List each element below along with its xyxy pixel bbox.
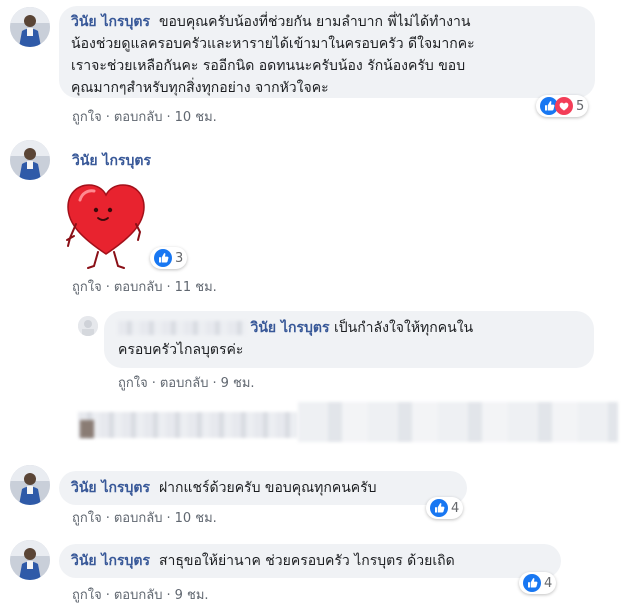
like-link[interactable]: ถูกใจ [72, 110, 102, 125]
like-link[interactable]: ถูกใจ [72, 280, 102, 295]
reply-link[interactable]: ตอบกลับ [114, 588, 163, 603]
redacted-content [298, 402, 618, 442]
like-icon [430, 499, 448, 517]
author-avatar[interactable] [10, 465, 50, 505]
comment-bubble: วินัย ไกรบุตร ฝากแชร์ด้วยครับ ขอบคุณทุกค… [59, 471, 467, 505]
comment-bubble: วินัย ไกรบุตร สาธุขอให้ย่านาค ช่วยครอบคร… [59, 544, 561, 578]
timestamp[interactable]: 10 ชม. [175, 110, 217, 125]
comment-actions: ถูกใจ · ตอบกลับ · 10 ชม. [72, 511, 217, 526]
comment-text: น้องช่วยดูแลครอบครัวและหารายได้เข้ามาในค… [71, 36, 475, 52]
reaction-badge[interactable]: 4 [426, 497, 464, 519]
reply-actions: ถูกใจ · ตอบกลับ · 9 ชม. [118, 376, 255, 391]
like-icon [154, 249, 172, 267]
author-name[interactable]: วินัย ไกรบุตร [71, 480, 150, 496]
heart-sticker[interactable] [64, 180, 148, 276]
reply-text: เป็นกำลังใจให้ทุกคนใน [333, 320, 474, 336]
author-avatar[interactable] [10, 7, 50, 47]
reply-link[interactable]: ตอบกลับ [114, 511, 163, 526]
reaction-badge[interactable]: 5 [536, 95, 589, 117]
reply-bubble: วินัย ไกรบุตร เป็นกำลังใจให้ทุกคนใน ครอบ… [104, 311, 594, 368]
reaction-count: 4 [544, 575, 553, 591]
comment-text: เราจะช่วยเหลือกันคะ รออีกนิด อดทนนะครับน… [71, 58, 466, 74]
reaction-badge[interactable]: 4 [519, 572, 557, 594]
love-icon [555, 97, 573, 115]
comment-actions: ถูกใจ · ตอบกลับ · 11 ชม. [72, 280, 217, 295]
redacted-name [118, 321, 246, 335]
mentioned-author[interactable]: วินัย ไกรบุตร [250, 320, 329, 336]
comment-text: ขอบคุณครับน้องที่ช่วยกัน ยามลำบาก พี่ไม่… [158, 14, 471, 30]
timestamp[interactable]: 10 ชม. [175, 511, 217, 526]
timestamp[interactable]: 9 ชม. [221, 376, 255, 391]
reaction-badge[interactable]: 3 [150, 247, 188, 269]
reply-link[interactable]: ตอบกลับ [160, 376, 209, 391]
reply-link[interactable]: ตอบกลับ [114, 280, 163, 295]
timestamp[interactable]: 11 ชม. [175, 280, 217, 295]
like-link[interactable]: ถูกใจ [72, 511, 102, 526]
author-name[interactable]: วินัย ไกรบุตร [72, 150, 151, 172]
comment-text: สาธุขอให้ย่านาค ช่วยครอบครัว ไกรบุตร ด้ว… [158, 553, 455, 569]
author-name[interactable]: วินัย ไกรบุตร [71, 14, 150, 30]
comment-actions: ถูกใจ · ตอบกลับ · 9 ชม. [72, 588, 209, 603]
comment-actions: ถูกใจ · ตอบกลับ · 10 ชม. [72, 110, 217, 125]
reply-text: ครอบครัวไกลบุตรค่ะ [118, 342, 244, 358]
author-avatar[interactable] [10, 540, 50, 580]
redacted-content [78, 412, 298, 438]
comment-text: คุณมากๆสำหรับทุกสิ่งทุกอย่าง จากหัวใจคะ [71, 80, 329, 96]
reaction-count: 3 [175, 250, 184, 266]
comment-text: ฝากแชร์ด้วยครับ ขอบคุณทุกคนครับ [158, 480, 377, 496]
reply-link[interactable]: ตอบกลับ [114, 110, 163, 125]
redacted-content [80, 420, 94, 438]
like-link[interactable]: ถูกใจ [72, 588, 102, 603]
timestamp[interactable]: 9 ชม. [175, 588, 209, 603]
author-avatar[interactable] [10, 140, 50, 180]
reaction-count: 5 [576, 98, 585, 114]
replier-avatar[interactable] [78, 316, 98, 336]
like-link[interactable]: ถูกใจ [118, 376, 148, 391]
like-icon [523, 574, 541, 592]
reaction-count: 4 [451, 500, 460, 516]
comment-bubble: วินัย ไกรบุตร ขอบคุณครับน้องที่ช่วยกัน ย… [59, 6, 595, 98]
author-name[interactable]: วินัย ไกรบุตร [71, 553, 150, 569]
